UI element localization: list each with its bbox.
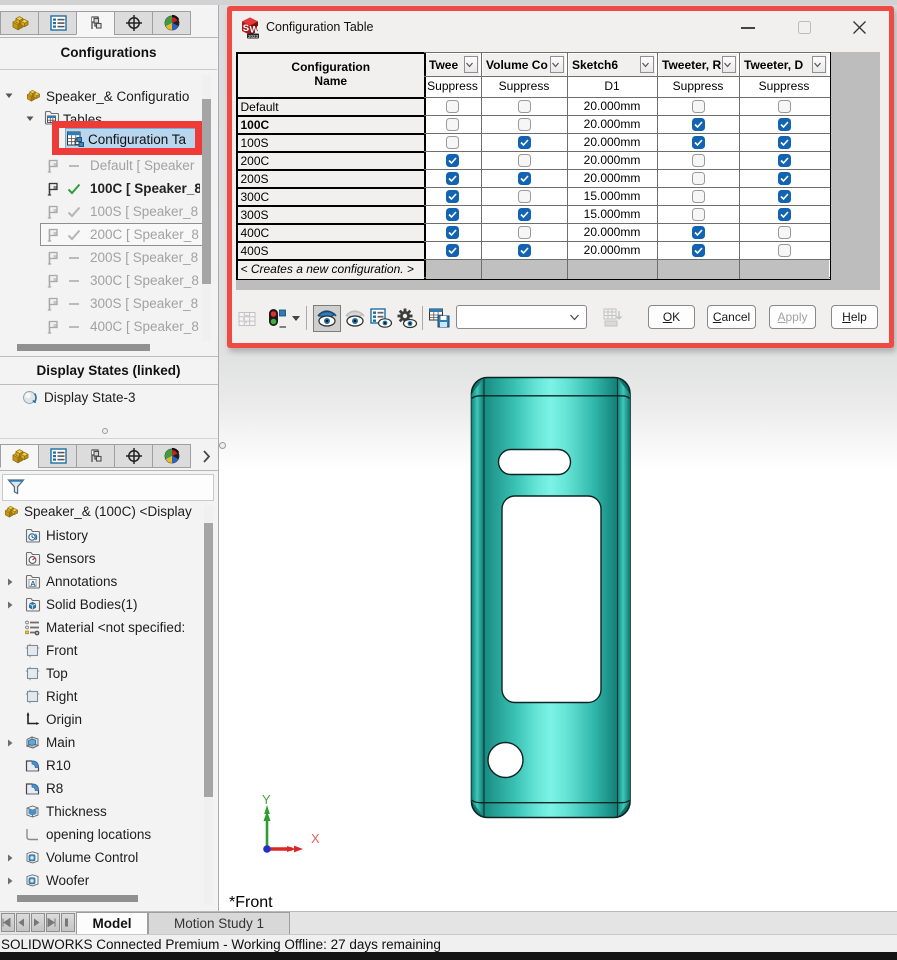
svg-text:X: X: [311, 831, 320, 846]
svg-text:A: A: [30, 579, 36, 588]
svg-text:S: S: [243, 23, 249, 34]
svg-text:2023: 2023: [248, 34, 259, 39]
svg-text:Y: Y: [262, 792, 271, 807]
